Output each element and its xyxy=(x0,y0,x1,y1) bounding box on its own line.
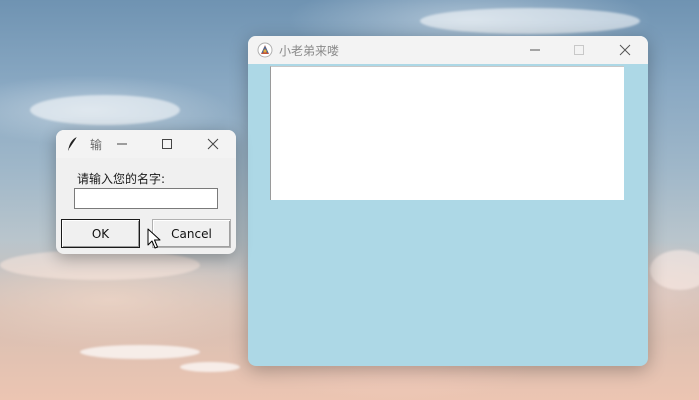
minimize-button[interactable] xyxy=(512,36,558,64)
dialog-maximize-button[interactable] xyxy=(144,130,190,158)
maximize-icon xyxy=(162,139,172,149)
name-input[interactable] xyxy=(74,188,218,209)
close-icon xyxy=(207,138,219,150)
arrow-cursor-icon xyxy=(147,228,161,249)
wallpaper-cloud xyxy=(30,95,180,125)
dialog-minimize-button[interactable] xyxy=(99,130,145,158)
tk-feather-icon xyxy=(257,42,273,58)
main-window-title: 小老弟来喽 xyxy=(279,43,340,58)
wallpaper-cloud xyxy=(650,250,699,290)
dialog-titlebar[interactable]: 输 xyxy=(56,130,236,158)
minimize-icon xyxy=(117,143,127,145)
text-area[interactable] xyxy=(270,66,624,200)
name-prompt-label: 请输入您的名字: xyxy=(77,172,166,186)
cancel-button[interactable]: Cancel xyxy=(152,219,231,248)
feather-icon xyxy=(66,136,82,152)
wallpaper-cloud xyxy=(80,345,200,359)
ok-button[interactable]: OK xyxy=(61,219,140,248)
minimize-icon xyxy=(530,49,540,51)
wallpaper-cloud xyxy=(420,8,640,34)
maximize-icon xyxy=(574,45,584,55)
dialog-close-button[interactable] xyxy=(190,130,236,158)
desktop-wallpaper: 小老弟来喽 输 请输入您的名字: OK Cancel xyxy=(0,0,699,400)
wallpaper-cloud xyxy=(180,362,240,372)
input-dialog: 输 请输入您的名字: OK Cancel xyxy=(56,130,236,254)
wallpaper-cloud xyxy=(0,250,200,280)
maximize-button[interactable] xyxy=(556,36,602,64)
main-window: 小老弟来喽 xyxy=(248,36,648,366)
close-button[interactable] xyxy=(602,36,648,64)
main-window-titlebar[interactable]: 小老弟来喽 xyxy=(248,36,648,64)
close-icon xyxy=(619,44,631,56)
